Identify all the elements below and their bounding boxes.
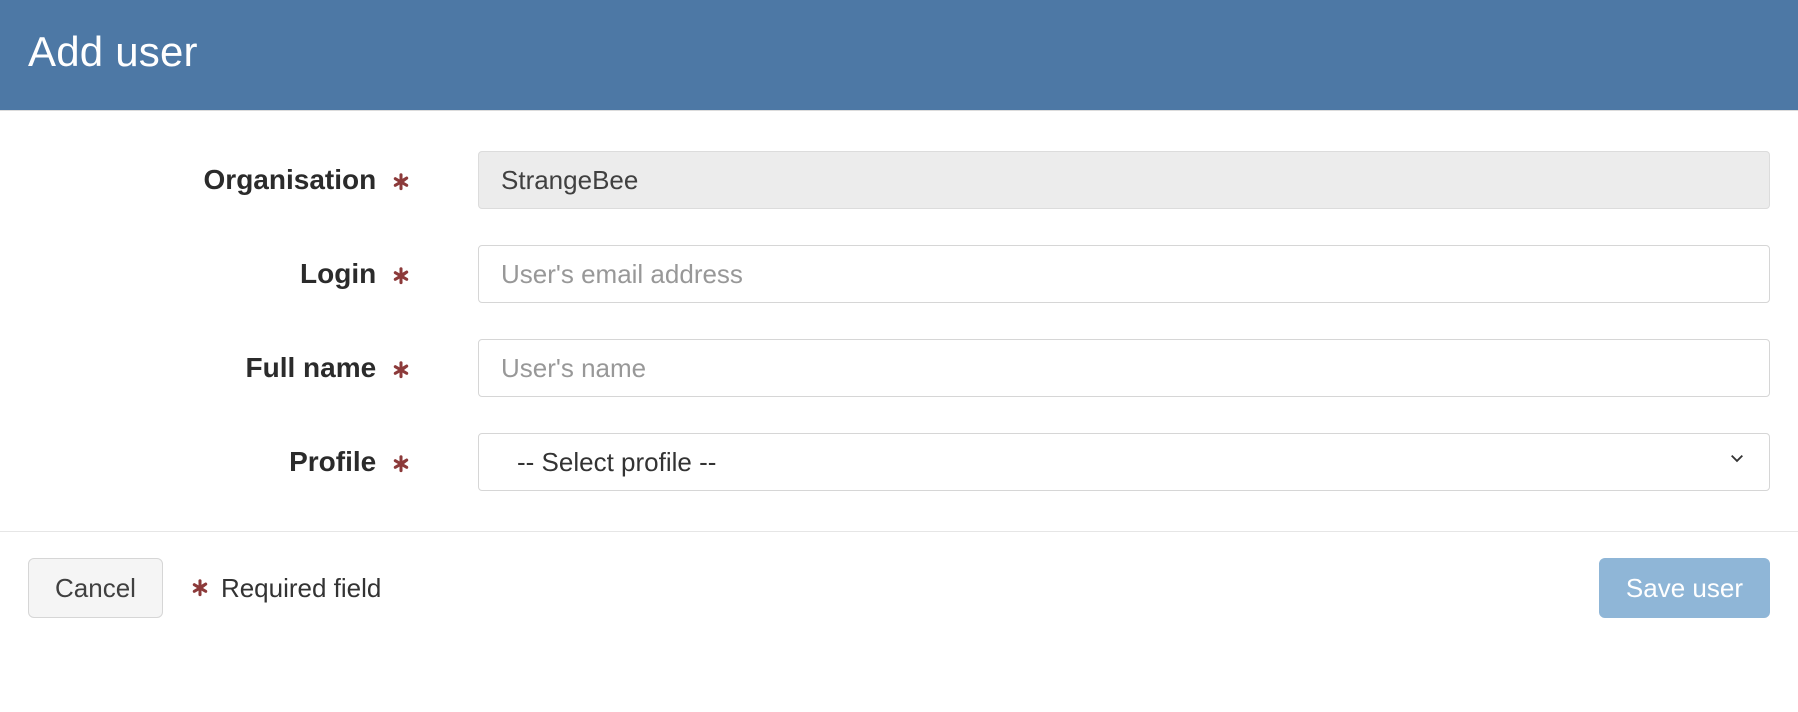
save-user-button-label: Save user [1626,573,1743,604]
login-label-text: Login [300,258,376,289]
dialog-header: Add user [0,0,1798,111]
required-icon [390,171,412,193]
profile-select[interactable]: -- Select profile -- [478,433,1770,491]
profile-label-text: Profile [289,446,376,477]
full-name-control [420,339,1798,397]
required-legend-text: Required field [221,573,381,604]
organisation-label: Organisation [0,166,420,194]
add-user-form: Organisation StrangeBee Login Full name … [0,111,1798,531]
full-name-label: Full name [0,354,420,382]
full-name-input[interactable] [478,339,1770,397]
cancel-button-label: Cancel [55,573,136,604]
organisation-value: StrangeBee [501,165,638,196]
profile-control: -- Select profile -- [420,433,1798,491]
login-input[interactable] [478,245,1770,303]
profile-row: Profile -- Select profile -- [0,433,1798,491]
required-icon [390,359,412,381]
organisation-label-text: Organisation [204,164,377,195]
login-row: Login [0,245,1798,303]
login-control [420,245,1798,303]
organisation-field: StrangeBee [478,151,1770,209]
required-icon [390,265,412,287]
required-icon [189,577,211,599]
dialog-title: Add user [28,28,1770,76]
login-label: Login [0,260,420,288]
full-name-row: Full name [0,339,1798,397]
organisation-control: StrangeBee [420,151,1798,209]
required-icon [390,453,412,475]
required-legend: Required field [189,573,381,604]
profile-label: Profile [0,448,420,476]
cancel-button[interactable]: Cancel [28,558,163,618]
save-user-button[interactable]: Save user [1599,558,1770,618]
full-name-label-text: Full name [246,352,377,383]
dialog-footer: Cancel Required field Save user [0,531,1798,644]
organisation-row: Organisation StrangeBee [0,151,1798,209]
